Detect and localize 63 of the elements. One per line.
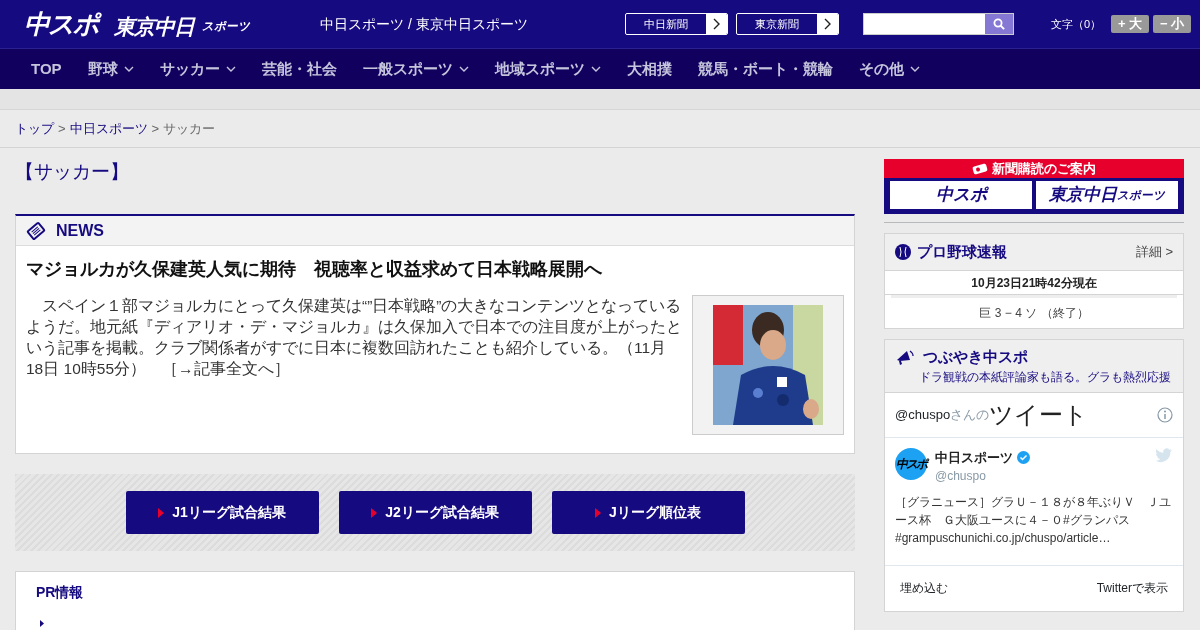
avatar[interactable]: 中スポ	[895, 447, 927, 480]
section-title: 【サッカー】	[15, 160, 130, 184]
game-score[interactable]: 巨 3 − 4 ソ （終了）	[891, 295, 1177, 328]
info-icon	[1157, 406, 1173, 423]
nav-item[interactable]: 一般スポーツ	[362, 57, 469, 81]
panel-subtitle: ドラ観戦の本紙評論家も語る。グラも熱烈応援	[919, 369, 1172, 385]
league-result-button[interactable]: J1リーグ試合結果	[125, 491, 319, 534]
ticket-icon	[972, 162, 988, 175]
nav-item[interactable]: 大相撲	[626, 57, 672, 81]
news-headline[interactable]: マジョルカが久保建英人気に期待 視聴率と収益求めて日本戦略展開へ	[16, 246, 854, 283]
nav-item[interactable]: 野球	[87, 57, 134, 81]
bird-icon	[1155, 447, 1173, 463]
font-size-label: 文字（0）	[1051, 16, 1102, 32]
breadcrumb-current: サッカー	[163, 119, 216, 138]
view-on-twitter-link[interactable]: Twitterで表示	[1096, 579, 1168, 598]
timeline-heading: ツイート	[989, 399, 1089, 430]
nav-item[interactable]: 地域スポーツ	[494, 57, 601, 81]
nav-item[interactable]: 芸能・社会	[261, 57, 337, 81]
breadcrumb-link[interactable]: トップ	[15, 118, 54, 139]
baseball-icon	[895, 244, 911, 260]
hashtag-link[interactable]: #グランパス	[1063, 513, 1130, 528]
play-icon	[371, 507, 378, 518]
site-logo[interactable]: 中スポ 東京中日 スポーツ	[24, 11, 250, 37]
panel-title: プロ野球速報	[917, 241, 1007, 262]
section-heading: NEWS	[56, 220, 104, 241]
play-icon	[158, 507, 165, 518]
newspaper-link[interactable]: 東京新聞	[736, 13, 839, 35]
nav-item[interactable]: TOP	[31, 57, 62, 81]
tweet-author[interactable]: 中日スポーツ	[935, 447, 1013, 468]
hashtag-link[interactable]: #grampuschunichi.co.jp/chuspo/article…	[895, 531, 1111, 546]
score-timestamp: 10月23日21時42分現在	[885, 271, 1183, 295]
embed-link[interactable]: 埋め込む	[900, 579, 948, 598]
news-summary: スペイン１部マジョルカにとって久保建英は“”日本戦略”の大きなコンテンツとなっているようだ。地元紙『ディアリオ・デ・マジョルカ』は久保加入で日本での注目度が上がったという記事を掲載。クラブ関係者がすでに日本に複数回訪れたことも紹介している。（11月18日 10時55分） ［→記事全文へ］	[25, 296, 683, 379]
breadcrumb-separator: >	[151, 119, 160, 138]
megaphone-icon	[895, 348, 915, 367]
breadcrumb-separator: >	[58, 119, 66, 138]
breadcrumb-link[interactable]: 中日スポーツ	[69, 118, 148, 139]
search-button[interactable]	[985, 14, 1013, 34]
site-title: 中日スポーツ / 東京中日スポーツ	[320, 14, 529, 34]
chevron-right-icon	[712, 18, 721, 30]
timeline-label: さんの	[950, 406, 990, 422]
subscription-banner[interactable]: 新聞購読のご案内	[884, 159, 1184, 178]
nav-item[interactable]: その他	[858, 57, 920, 81]
tweet-handle: @chuspo	[935, 468, 987, 486]
league-result-button[interactable]: J2リーグ試合結果	[338, 491, 532, 534]
nav-item[interactable]: サッカー	[159, 57, 236, 81]
twitter-handle-link[interactable]: @chuspo	[895, 405, 951, 425]
tweet-text: ［グラニュース］グラＵ－１８が８年ぶりＶ Ｊユース杯 Ｇ大阪ユースに４－０#グランパス #grampuschunichi.co.jp/chuspo/article…	[895, 494, 1172, 548]
read-more-link[interactable]: ［→記事全文へ］	[162, 360, 290, 377]
search-field[interactable]	[863, 13, 1014, 35]
chevron-right-icon	[823, 18, 832, 30]
newspaper-logo-button[interactable]: 東京中日スポーツ	[1036, 181, 1178, 209]
newspaper-icon	[26, 220, 46, 241]
bullet-icon	[40, 620, 44, 628]
newspaper-logo-button[interactable]: 中スポ	[890, 181, 1032, 209]
detail-link[interactable]: 詳細 >	[1135, 242, 1173, 262]
nav-item[interactable]: 競馬・ボート・競輪	[697, 57, 833, 81]
play-icon	[595, 507, 602, 518]
pr-heading: PR情報	[36, 583, 85, 602]
search-icon	[993, 18, 1005, 30]
panel-title: つぶやき中スポ	[923, 347, 1028, 367]
league-result-button[interactable]: Jリーグ順位表	[551, 491, 745, 534]
newspaper-link[interactable]: 中日新聞	[625, 13, 728, 35]
